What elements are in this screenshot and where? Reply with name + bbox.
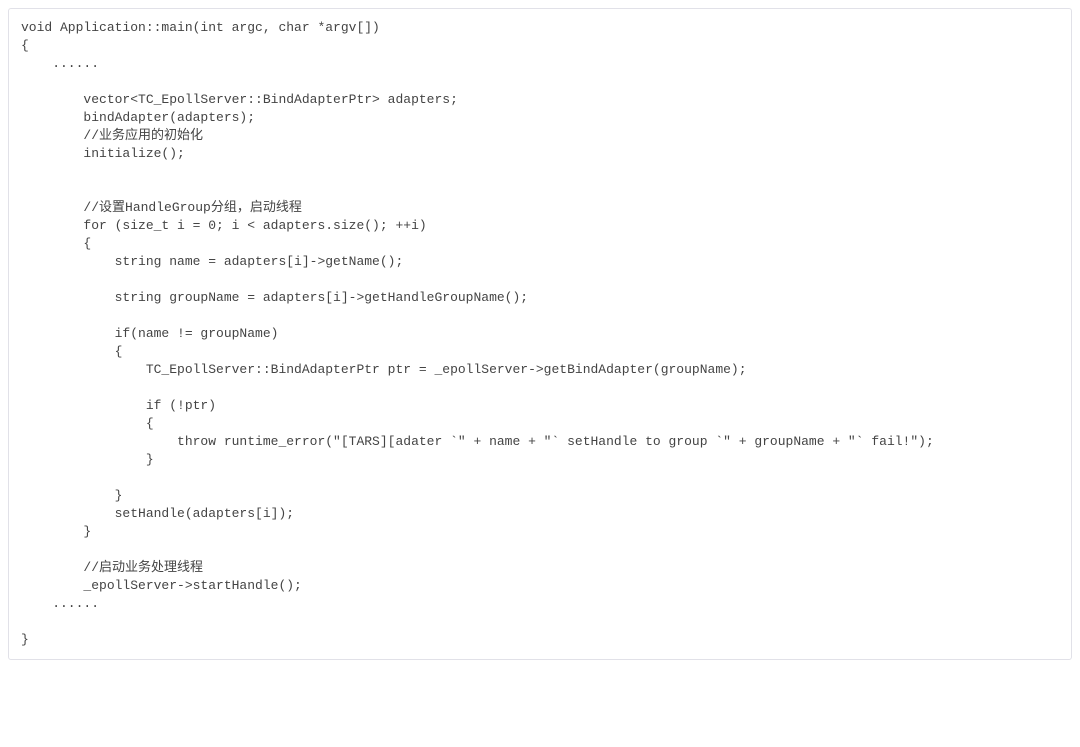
code-line: } [21, 631, 1059, 649]
code-line: bindAdapter(adapters); [21, 109, 1059, 127]
code-line: string name = adapters[i]->getName(); [21, 253, 1059, 271]
code-line [21, 379, 1059, 397]
code-line: _epollServer->startHandle(); [21, 577, 1059, 595]
code-line: //启动业务处理线程 [21, 559, 1059, 577]
code-line: setHandle(adapters[i]); [21, 505, 1059, 523]
code-line [21, 541, 1059, 559]
code-line: { [21, 235, 1059, 253]
code-line: if(name != groupName) [21, 325, 1059, 343]
code-block: void Application::main(int argc, char *a… [8, 8, 1072, 660]
code-line: ...... [21, 55, 1059, 73]
code-line: string groupName = adapters[i]->getHandl… [21, 289, 1059, 307]
code-line [21, 469, 1059, 487]
code-line: { [21, 415, 1059, 433]
code-line: void Application::main(int argc, char *a… [21, 19, 1059, 37]
code-line: for (size_t i = 0; i < adapters.size(); … [21, 217, 1059, 235]
code-line: initialize(); [21, 145, 1059, 163]
code-line [21, 73, 1059, 91]
code-line: } [21, 487, 1059, 505]
code-line: //业务应用的初始化 [21, 127, 1059, 145]
code-line [21, 163, 1059, 181]
code-line: { [21, 343, 1059, 361]
code-line: //设置HandleGroup分组，启动线程 [21, 199, 1059, 217]
code-line [21, 613, 1059, 631]
code-line: if (!ptr) [21, 397, 1059, 415]
code-line: } [21, 451, 1059, 469]
code-line: } [21, 523, 1059, 541]
code-line: throw runtime_error("[TARS][adater `" + … [21, 433, 1059, 451]
code-line [21, 307, 1059, 325]
code-line: ...... [21, 595, 1059, 613]
code-line [21, 271, 1059, 289]
code-line: vector<TC_EpollServer::BindAdapterPtr> a… [21, 91, 1059, 109]
code-line: TC_EpollServer::BindAdapterPtr ptr = _ep… [21, 361, 1059, 379]
code-line [21, 181, 1059, 199]
code-line: { [21, 37, 1059, 55]
